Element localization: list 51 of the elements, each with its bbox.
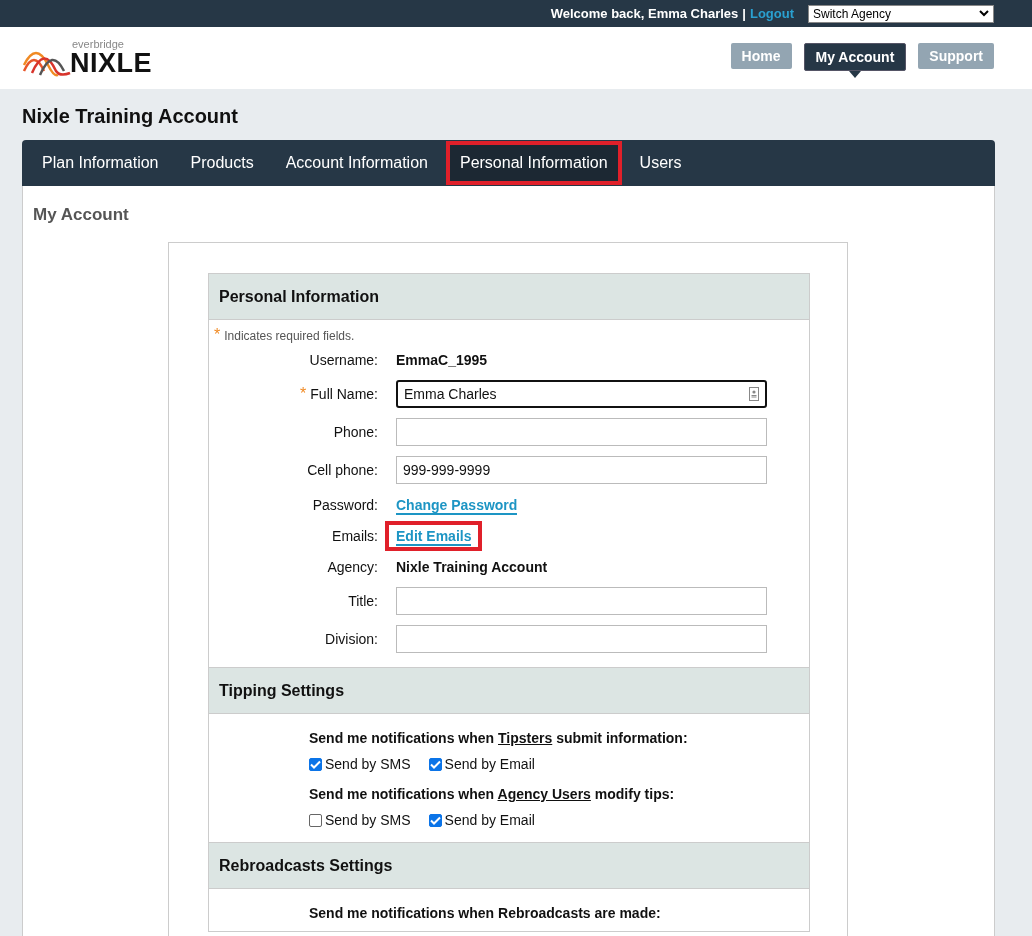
checkbox-label: Send by Email xyxy=(444,756,535,772)
tab[interactable]: Personal Information xyxy=(445,141,622,185)
required-note: Indicates required fields. xyxy=(224,329,355,343)
nav-button[interactable]: My Account xyxy=(803,42,907,71)
logout-link[interactable]: Logout xyxy=(749,6,794,21)
checkbox-label: Send by SMS xyxy=(325,812,411,828)
welcome-text: Welcome back, Emma Charles xyxy=(550,6,739,21)
logo[interactable]: everbridge NIXLE xyxy=(22,39,152,77)
input-field[interactable]: 999-999-9999 xyxy=(396,456,767,484)
chevron-down-icon xyxy=(979,10,989,17)
prompt-link[interactable]: Agency Users xyxy=(497,786,591,802)
agency-select[interactable]: Switch Agency xyxy=(808,4,994,23)
required-mark: * xyxy=(300,385,307,403)
field-label: Full Name: xyxy=(310,386,378,402)
contact-card-icon xyxy=(749,387,759,401)
field-label: Emails: xyxy=(332,527,378,544)
field-value: EmmaC_1995 xyxy=(396,351,488,368)
input-field[interactable] xyxy=(396,587,767,615)
prompt-link[interactable]: Tipsters xyxy=(498,730,553,746)
notification-prompt: Send me notifications when Rebroadcasts are made: xyxy=(309,905,662,921)
tab[interactable]: Users xyxy=(625,141,696,185)
section-heading: My Account xyxy=(33,204,130,226)
separator: | xyxy=(742,6,746,21)
field-label: Password: xyxy=(312,496,378,513)
tab[interactable]: Plan Information xyxy=(28,141,173,185)
field-label: Agency: xyxy=(327,558,378,575)
section-header: Tipping Settings xyxy=(209,667,809,714)
checkbox[interactable] xyxy=(428,813,442,827)
section-header: Personal Information xyxy=(209,274,809,320)
field-label: Division: xyxy=(325,631,378,647)
field-label: Phone: xyxy=(333,424,378,440)
section-header: Rebroadcasts Settings xyxy=(209,842,809,889)
field-label: Cell phone: xyxy=(307,462,378,478)
input-field[interactable] xyxy=(396,625,767,653)
page-title: Nixle Training Account xyxy=(22,104,239,129)
required-mark: * xyxy=(214,326,221,343)
pointer-arrow-icon xyxy=(848,70,861,78)
checkbox[interactable] xyxy=(428,757,442,771)
field-value: Nixle Training Account xyxy=(396,558,548,575)
input-field[interactable] xyxy=(396,418,767,446)
checkbox[interactable] xyxy=(309,813,322,827)
checkbox-label: Send by SMS xyxy=(325,756,411,772)
checkbox[interactable] xyxy=(309,757,322,771)
field-label: Title: xyxy=(348,593,378,609)
tab[interactable]: Account Information xyxy=(271,141,442,185)
notification-prompt: Send me notifications when Agency Users modify tips: xyxy=(309,786,676,802)
input-field[interactable]: Emma Charles xyxy=(396,380,767,408)
tab[interactable]: Products xyxy=(176,141,268,185)
field-label: Username: xyxy=(309,351,378,368)
checkbox-label: Send by Email xyxy=(444,812,535,828)
notification-prompt: Send me notifications when Tipsters submit information: xyxy=(309,730,689,746)
